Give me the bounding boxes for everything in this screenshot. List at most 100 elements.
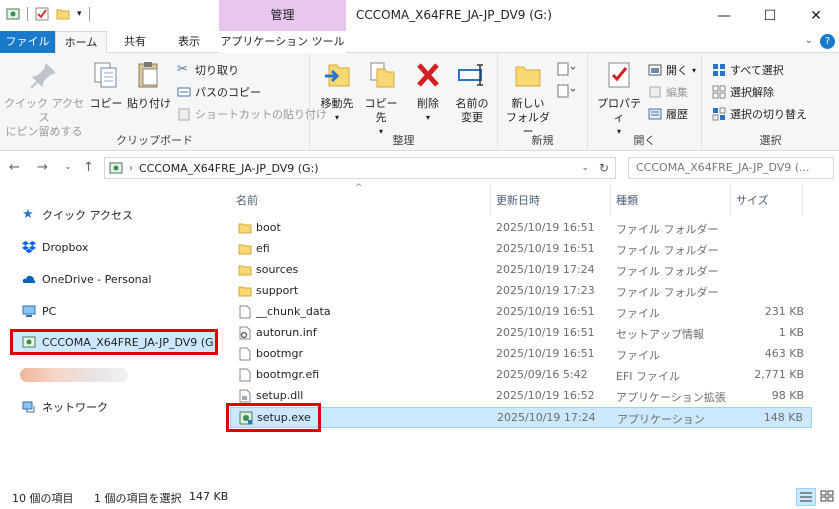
new-folder-icon bbox=[515, 66, 541, 87]
paste-button[interactable]: 貼り付け bbox=[126, 59, 172, 111]
help-icon[interactable]: ? bbox=[820, 34, 835, 49]
column-divider[interactable] bbox=[610, 185, 611, 215]
copy-path-button[interactable]: パスのコピー bbox=[177, 84, 261, 100]
file-date: 2025/10/19 17:24 bbox=[497, 411, 596, 424]
properties-check-icon[interactable] bbox=[35, 7, 49, 21]
nav-item-drive-g[interactable]: CCCOMA_X64FRE_JA-JP_DV9 (G:) bbox=[10, 329, 218, 355]
navigation-pane: ★ クイック アクセス Dropbox OneDrive - Personal … bbox=[0, 185, 222, 481]
nav-item-quick-access[interactable]: ★ クイック アクセス bbox=[22, 205, 133, 225]
paste-shortcut-button[interactable]: ショートカットの貼り付け bbox=[177, 106, 327, 122]
column-divider[interactable] bbox=[802, 185, 803, 215]
rename-icon bbox=[458, 64, 483, 86]
nav-item-network[interactable]: ネットワーク bbox=[22, 397, 108, 417]
easy-access-icon[interactable] bbox=[556, 83, 576, 99]
nav-item-pc[interactable]: PC bbox=[22, 301, 56, 321]
nav-item-label: PC bbox=[42, 304, 57, 318]
table-row[interactable]: bootmgr.efi 2025/09/16 5:42 EFI ファイル 2,7… bbox=[230, 365, 812, 386]
clipboard-group: クイック アクセス にピン留めする コピー 貼り付け ✂ 切り取り パスのコピー… bbox=[0, 53, 327, 151]
refresh-icon[interactable]: ↻ bbox=[599, 161, 609, 175]
sort-ascending-icon: ^ bbox=[355, 183, 363, 193]
tab-view[interactable]: 表示 bbox=[163, 31, 215, 53]
tab-file[interactable]: ファイル bbox=[0, 31, 55, 53]
up-arrow-icon[interactable]: ↑ bbox=[83, 160, 94, 175]
new-folder-icon[interactable] bbox=[56, 7, 70, 21]
tab-application-tools[interactable]: アプリケーション ツール bbox=[219, 31, 346, 53]
dropdown-arrow-icon: ▾ bbox=[692, 65, 697, 75]
file-date: 2025/10/19 16:51 bbox=[496, 347, 595, 360]
toolbar-separator bbox=[88, 7, 90, 21]
file-date: 2025/10/19 16:51 bbox=[496, 326, 595, 339]
file-type: アプリケーション bbox=[617, 413, 705, 426]
nav-item-label: クイック アクセス bbox=[42, 209, 133, 222]
close-button[interactable]: ✕ bbox=[793, 0, 839, 31]
large-icons-view-icon bbox=[820, 490, 834, 502]
copy-to-button[interactable]: コピー先 ▾ bbox=[360, 59, 402, 139]
address-box[interactable]: › CCCOMA_X64FRE_JA-JP_DV9 (G:) ⌄ ↻ bbox=[104, 157, 616, 179]
invert-selection-icon bbox=[712, 107, 726, 121]
new-group-label: 新規 bbox=[531, 134, 554, 147]
table-row[interactable]: __chunk_data 2025/10/19 16:51 ファイル 231 K… bbox=[230, 302, 812, 323]
file-name: sources bbox=[256, 263, 299, 276]
address-dropdown-icon[interactable]: ⌄ bbox=[581, 163, 589, 173]
select-all-button[interactable]: すべて選択 bbox=[712, 62, 784, 78]
drive-icon bbox=[109, 162, 123, 174]
column-header-date[interactable]: 更新日時 bbox=[496, 191, 540, 211]
back-arrow-icon[interactable]: ← bbox=[9, 160, 20, 175]
file-name: boot bbox=[256, 221, 281, 234]
select-none-button[interactable]: 選択解除 bbox=[712, 84, 774, 100]
table-row[interactable]: efi 2025/10/19 16:51 ファイル フォルダー bbox=[230, 239, 812, 260]
table-row[interactable]: sources 2025/10/19 17:24 ファイル フォルダー bbox=[230, 260, 812, 281]
large-icons-view-button[interactable] bbox=[818, 488, 838, 506]
new-item-icon[interactable] bbox=[556, 61, 576, 77]
clipboard-group-label: クリップボード bbox=[116, 134, 193, 147]
file-type: アプリケーション拡張 bbox=[616, 391, 726, 404]
edit-button[interactable]: 編集 bbox=[648, 84, 688, 100]
context-tab-manage[interactable]: 管理 bbox=[219, 0, 346, 31]
pin-quick-access-button[interactable]: クイック アクセス にピン留めする bbox=[4, 59, 84, 139]
nav-item-dropbox[interactable]: Dropbox bbox=[22, 237, 88, 257]
breadcrumb-chevron-icon[interactable]: › bbox=[129, 163, 133, 174]
minimize-button[interactable]: — bbox=[701, 0, 747, 31]
properties-button[interactable]: プロパティ ▾ bbox=[592, 59, 646, 139]
rename-button[interactable]: 名前の 変更 bbox=[450, 59, 494, 125]
column-divider[interactable] bbox=[730, 185, 731, 215]
edit-label: 編集 bbox=[666, 86, 688, 99]
column-header-type[interactable]: 種類 bbox=[616, 191, 638, 211]
new-folder-button[interactable]: 新しい フォルダー bbox=[504, 59, 552, 139]
details-view-button[interactable] bbox=[796, 488, 816, 506]
status-bar: 10 個の項目 1 個の項目を選択 147 KB bbox=[0, 481, 839, 509]
forward-arrow-icon[interactable]: → bbox=[37, 160, 48, 175]
column-header-name[interactable]: 名前 bbox=[236, 191, 258, 211]
properties-icon bbox=[608, 62, 630, 88]
maximize-button[interactable]: ☐ bbox=[747, 0, 793, 31]
file-size: 1 KB bbox=[778, 326, 804, 339]
file-type: ファイル フォルダー bbox=[616, 223, 719, 236]
column-header-size[interactable]: サイズ bbox=[736, 191, 769, 211]
tab-share[interactable]: 共有 bbox=[110, 31, 160, 53]
table-row[interactable]: autorun.inf 2025/10/19 16:51 セットアップ情報 1 … bbox=[230, 323, 812, 344]
copy-button[interactable]: コピー bbox=[86, 59, 126, 111]
highlight-box-setup-exe bbox=[226, 403, 321, 432]
quick-access-dropdown-icon[interactable]: ▾ bbox=[77, 9, 82, 19]
nav-item-onedrive[interactable]: OneDrive - Personal bbox=[22, 269, 151, 289]
file-date: 2025/10/19 17:24 bbox=[496, 263, 595, 276]
dropbox-icon bbox=[22, 241, 36, 254]
ribbon-collapse-icon[interactable]: ⌄ bbox=[805, 35, 813, 46]
recent-locations-chevron-icon[interactable]: ⌄ bbox=[64, 162, 72, 172]
select-all-icon bbox=[713, 64, 725, 76]
column-divider[interactable] bbox=[490, 185, 491, 215]
file-type: ファイル フォルダー bbox=[616, 286, 719, 299]
tab-home[interactable]: ホーム bbox=[55, 31, 107, 54]
open-group: プロパティ ▾ 開く ▾ 編集 履歴 開く bbox=[588, 53, 702, 151]
delete-button[interactable]: 削除 ▾ bbox=[410, 59, 446, 125]
table-row[interactable]: support 2025/10/19 17:23 ファイル フォルダー bbox=[230, 281, 812, 302]
table-row[interactable]: bootmgr 2025/10/19 16:51 ファイル 463 KB bbox=[230, 344, 812, 365]
cut-button[interactable]: ✂ 切り取り bbox=[177, 62, 239, 78]
table-row[interactable]: boot 2025/10/19 16:51 ファイル フォルダー bbox=[230, 218, 812, 239]
search-input[interactable]: CCCOMA_X64FRE_JA-JP_DV9 (... bbox=[628, 157, 834, 179]
move-to-button[interactable]: 移動先 ▾ bbox=[316, 59, 358, 125]
invert-selection-button[interactable]: 選択の切り替え bbox=[712, 106, 807, 122]
open-button[interactable]: 開く ▾ bbox=[648, 62, 696, 78]
address-path[interactable]: CCCOMA_X64FRE_JA-JP_DV9 (G:) bbox=[139, 162, 319, 175]
history-button[interactable]: 履歴 bbox=[648, 106, 688, 122]
